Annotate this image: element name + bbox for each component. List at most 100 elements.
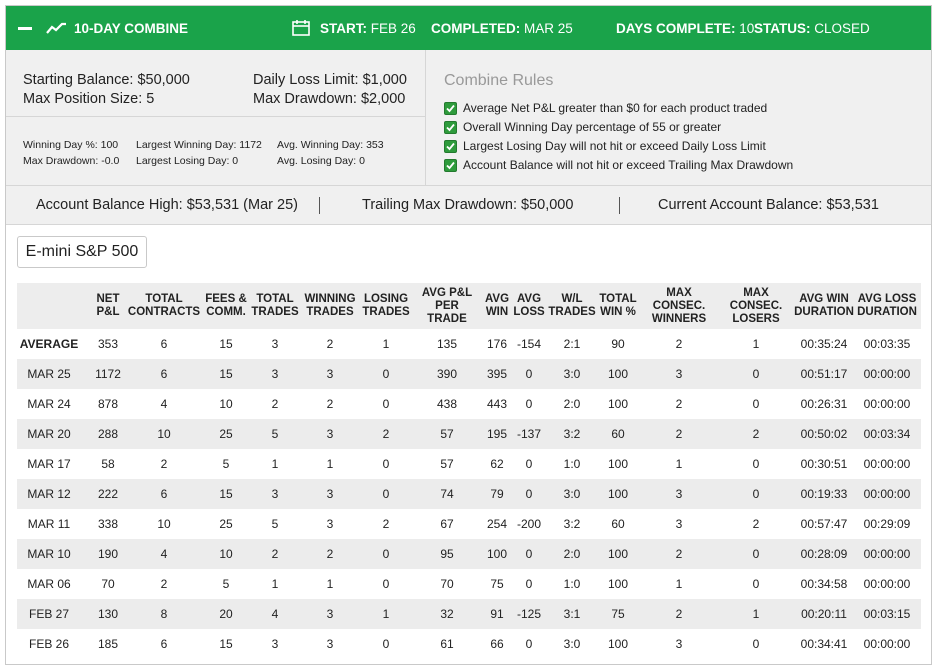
table-cell: 60	[611, 517, 625, 531]
table-cell: 3	[326, 427, 334, 441]
table-cell: 4	[160, 397, 168, 411]
table-cell: 1	[382, 337, 390, 351]
table-cell: 222	[97, 487, 119, 501]
table-cell: 3	[326, 607, 334, 621]
table-cell: 100	[607, 577, 629, 591]
table-cell: 60	[611, 427, 625, 441]
table-cell: 58	[101, 457, 115, 471]
table-cell: 00:30:51	[800, 457, 848, 471]
table-row: FEB 27 130 8 20 4 3 1 32 91 -125 3:1 75 2 1 00:20:11 00…	[17, 599, 921, 629]
row-date: MAR 11	[27, 517, 71, 531]
table-cell: 75	[611, 607, 625, 621]
table-cell: 185	[97, 637, 119, 651]
table-cell: 5	[271, 427, 279, 441]
table-cell: 3	[271, 487, 279, 501]
table-cell: 00:20:11	[801, 607, 847, 621]
row-date: MAR 12	[27, 487, 71, 501]
rules-title: Combine Rules	[444, 72, 554, 89]
table-cell: 00:00:00	[863, 487, 911, 501]
column-header: MAX CONSEC. WINNERS	[651, 286, 707, 325]
column-header: TOTAL CONTRACTS	[127, 293, 201, 318]
table-cell: 2	[271, 397, 279, 411]
table-row: MAR 17 58 2 5 1 1 0 57 62 0 1:0 100 1 0 00:30:51 00:00:…	[17, 449, 921, 479]
table-cell: 00:57:47	[800, 517, 848, 531]
column-header: NET P&L	[96, 293, 120, 318]
column-header: AVG P&L PER TRADE	[421, 286, 473, 325]
table-cell: 62	[490, 457, 504, 471]
checkbox-checked-icon	[444, 139, 457, 153]
chart-trend-icon	[46, 22, 66, 34]
largest-winning-day: Largest Winning Day: 1172	[136, 139, 262, 151]
column-header: TOTAL WIN %	[599, 293, 637, 318]
table-cell: 79	[490, 487, 504, 501]
column-header: MAX CONSEC. LOSERS	[729, 286, 783, 325]
summary-section: Starting Balance: $50,000 Max Position S…	[6, 50, 931, 186]
table-cell: 3:1	[563, 607, 581, 621]
table-cell: 00:34:41	[800, 637, 848, 651]
table-cell: 1	[382, 607, 390, 621]
table-cell: 0	[752, 547, 760, 561]
table-cell: 1	[752, 337, 760, 351]
table-cell: 1	[675, 457, 683, 471]
table-cell: 100	[607, 397, 629, 411]
table-cell: 6	[160, 637, 168, 651]
table-cell: 135	[436, 337, 458, 351]
rule-text: Account Balance will not hit or exceed T…	[463, 158, 794, 172]
table-cell: 5	[222, 457, 230, 471]
table-cell: 2	[675, 397, 683, 411]
divider	[6, 116, 425, 117]
table-cell: 0	[525, 487, 533, 501]
row-date: AVERAGE	[19, 337, 79, 351]
table-cell: 438	[436, 397, 458, 411]
table-cell: 00:50:02	[800, 427, 848, 441]
table-cell: 2	[326, 337, 334, 351]
table-cell: 3:0	[563, 487, 581, 501]
table-cell: 100	[607, 487, 629, 501]
table-cell: 3:2	[563, 427, 581, 441]
separator	[319, 197, 320, 214]
table-cell: 1:0	[563, 577, 581, 591]
table-cell: -137	[516, 427, 542, 441]
table-cell: 2	[326, 397, 334, 411]
table-cell: 74	[440, 487, 454, 501]
table-cell: 70	[440, 577, 454, 591]
table-cell: 390	[436, 367, 458, 381]
table-cell: 67	[440, 517, 454, 531]
table-cell: 100	[486, 547, 508, 561]
table-cell: 00:00:00	[863, 547, 911, 561]
product-tab-emini-sp500[interactable]: E-mini S&P 500	[17, 236, 147, 268]
table-cell: 15	[219, 337, 233, 351]
balance-bar: Account Balance High: $53,531 (Mar 25) T…	[6, 186, 931, 225]
table-cell: 254	[486, 517, 508, 531]
starting-balance: Starting Balance: $50,000	[23, 72, 190, 88]
table-row: MAR 20 288 10 25 5 3 2 57 195 -137 3:2 60 2 2 00:50:02…	[17, 419, 921, 449]
table-cell: 1	[675, 577, 683, 591]
table-cell: 100	[607, 547, 629, 561]
table-cell: 0	[752, 367, 760, 381]
rule-text: Overall Winning Day percentage of 55 or …	[463, 120, 722, 134]
table-cell: 57	[440, 457, 454, 471]
table-cell: 3	[326, 487, 334, 501]
table-cell: 2	[326, 547, 334, 561]
row-date: MAR 06	[27, 577, 71, 591]
calendar-icon	[292, 20, 310, 36]
table-cell: 2:0	[563, 397, 581, 411]
max-position-size: Max Position Size: 5	[23, 91, 155, 107]
collapse-icon[interactable]	[18, 27, 32, 30]
table-cell: 3	[271, 637, 279, 651]
completed-date: COMPLETED: MAR 25	[431, 20, 573, 36]
avg-winning-day: Avg. Winning Day: 353	[277, 139, 384, 151]
table-cell: 2	[271, 547, 279, 561]
status: STATUS: CLOSED	[754, 20, 870, 36]
table-row: AVERAGE 353 6 15 3 2 1 135 176 -154 2:1 90 2 1 00:35:2…	[17, 329, 921, 359]
daily-loss-limit: Daily Loss Limit: $1,000	[253, 72, 407, 88]
table-cell: 95	[440, 547, 454, 561]
table-cell: 0	[382, 487, 390, 501]
table-cell: 3	[675, 637, 683, 651]
table-cell: 3:0	[563, 367, 581, 381]
table-cell: 6	[160, 367, 168, 381]
row-date: MAR 17	[27, 457, 71, 471]
account-pane: Starting Balance: $50,000 Max Position S…	[6, 50, 426, 185]
table-cell: 00:03:35	[863, 337, 911, 351]
table-cell: 195	[486, 427, 508, 441]
